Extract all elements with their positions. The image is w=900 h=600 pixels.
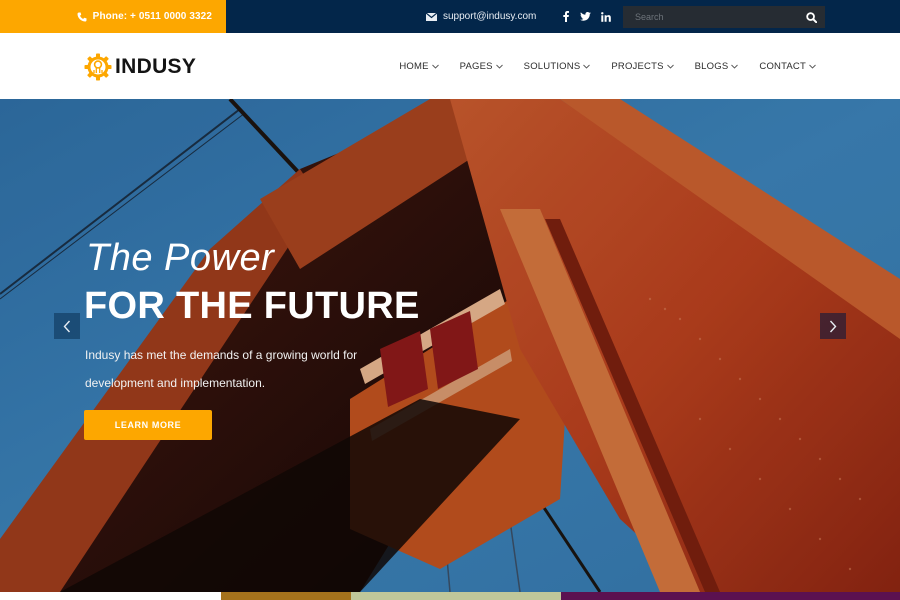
nav-label: SOLUTIONS	[523, 60, 581, 72]
nav-label: PAGES	[459, 60, 493, 72]
chevron-down-icon	[809, 64, 816, 69]
nav-item-contact[interactable]: CONTACT	[759, 61, 816, 72]
nav-label: PROJECTS	[611, 60, 664, 72]
logo-text: INDUSY	[115, 55, 197, 78]
nav-label: CONTACT	[759, 60, 806, 72]
slider-prev-button[interactable]	[54, 313, 80, 339]
slider-next-button[interactable]	[820, 313, 846, 339]
preview-image-purple	[561, 592, 900, 600]
linkedin-icon[interactable]	[600, 11, 611, 22]
search-button[interactable]	[797, 6, 825, 28]
phone-number[interactable]: Phone: + 0511 0000 3322	[93, 11, 212, 22]
search-box	[623, 6, 825, 28]
hero-headline: FOR THE FUTURE	[84, 285, 420, 327]
preview-image-light	[351, 592, 561, 600]
search-input[interactable]	[623, 6, 797, 28]
chevron-down-icon	[431, 64, 439, 69]
chevron-left-icon	[63, 320, 71, 332]
email-contact[interactable]: support@indusy.com	[426, 0, 536, 33]
logo[interactable]: INDUSY	[84, 53, 196, 81]
nav-item-solutions[interactable]: SOLUTIONS	[524, 61, 591, 72]
nav-item-pages[interactable]: PAGES	[460, 61, 503, 72]
nav-label: BLOGS	[694, 60, 729, 72]
search-icon	[805, 11, 817, 23]
next-section-preview	[0, 592, 900, 600]
chevron-down-icon	[495, 64, 503, 69]
chevron-down-icon	[666, 64, 674, 69]
hero-kicker: The Power	[86, 237, 275, 279]
hero-slider: The Power FOR THE FUTURE Indusy has met …	[0, 99, 900, 592]
preview-white-block	[0, 592, 221, 600]
top-bar: Phone: + 0511 0000 3322 support@indusy.c…	[0, 0, 900, 33]
social-links	[560, 0, 611, 33]
facebook-icon[interactable]	[560, 11, 571, 22]
chevron-down-icon	[731, 64, 739, 69]
twitter-icon[interactable]	[580, 12, 591, 21]
nav-item-projects[interactable]: PROJECTS	[611, 60, 674, 72]
chevron-down-icon	[583, 64, 591, 69]
envelope-icon	[426, 12, 437, 21]
phone-icon	[77, 12, 87, 22]
phone-block: Phone: + 0511 0000 3322	[0, 0, 226, 33]
nav-item-blogs[interactable]: BLOGS	[695, 61, 739, 72]
email-address: support@indusy.com	[443, 11, 537, 22]
chevron-right-icon	[829, 320, 837, 332]
main-nav: HOME PAGES SOLUTIONS PROJECTS BLOGS CONT…	[399, 33, 816, 99]
learn-more-button[interactable]: LEARN MORE	[84, 410, 212, 440]
hero-description: Indusy has met the demands of a growing …	[85, 348, 358, 390]
preview-image-gold	[221, 592, 351, 600]
site-header: INDUSY HOME PAGES SOLUTIONS PROJECTS BLO…	[0, 33, 900, 99]
nav-item-home[interactable]: HOME	[399, 60, 439, 72]
nav-label: HOME	[399, 60, 429, 72]
gear-bulb-icon	[84, 53, 112, 81]
